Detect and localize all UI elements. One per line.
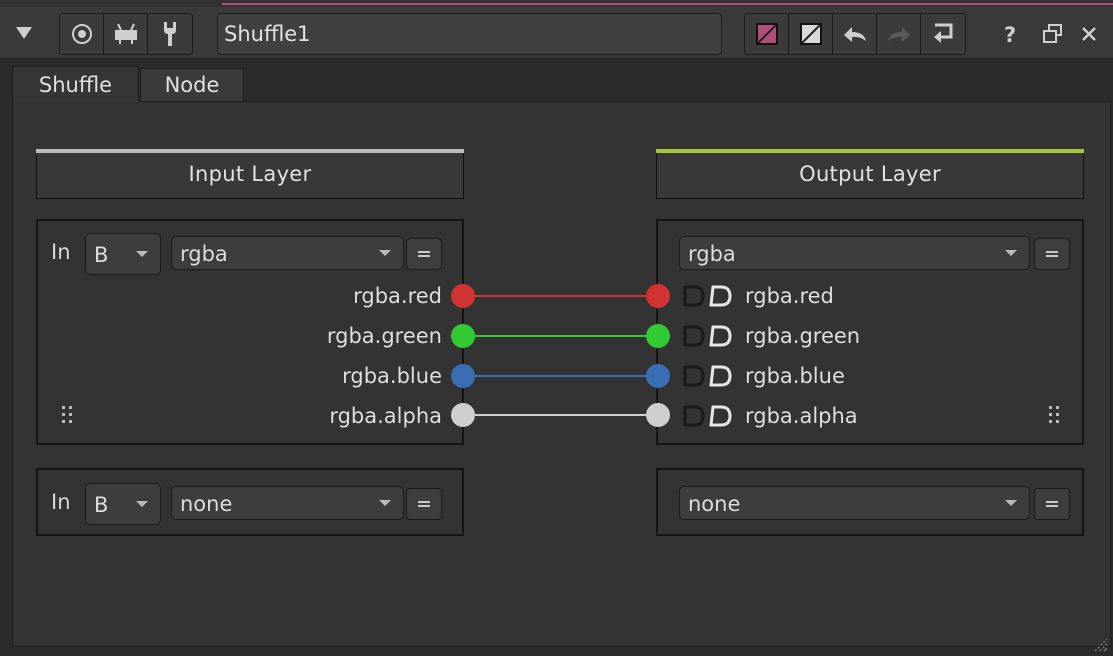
tab-node[interactable]: Node	[140, 68, 244, 101]
undo-icon[interactable]	[833, 14, 877, 54]
output-layer-header: Output Layer	[656, 149, 1084, 199]
output-channel-green: rgba.green	[745, 324, 861, 348]
output-layer-dropdown[interactable]: rgba	[679, 236, 1030, 270]
wire-blue	[463, 375, 658, 377]
input-layer-link-button[interactable]	[406, 238, 442, 270]
input-layer-link-button-2[interactable]	[406, 488, 442, 520]
input-source-dropdown-2[interactable]: B	[85, 483, 161, 525]
output-layer-dropdown-2[interactable]: none	[679, 486, 1030, 520]
output-red-channel-toggles[interactable]	[681, 283, 733, 309]
title-strip	[0, 0, 1113, 7]
input-channel-alpha: rgba.alpha	[329, 404, 442, 428]
input-channel-red: rgba.red	[353, 284, 442, 308]
tab-shuffle[interactable]: Shuffle	[12, 66, 139, 103]
input-drag-handle[interactable]	[62, 406, 72, 424]
svg-text:?: ?	[1004, 23, 1016, 46]
input-layer-header: Input Layer	[36, 149, 464, 199]
output-layer-link-button[interactable]	[1034, 238, 1070, 270]
input-layer-dropdown-2[interactable]: none	[171, 486, 404, 520]
input-source-dropdown[interactable]: B	[85, 233, 161, 275]
collapse-triangle-icon[interactable]	[14, 23, 34, 43]
input-layer-bar	[36, 149, 464, 153]
node-name-field[interactable]: Shuffle1	[217, 13, 722, 55]
input-alpha-socket[interactable]	[451, 403, 475, 427]
output-layer-title: Output Layer	[799, 162, 941, 186]
color-and-history-group	[744, 13, 966, 55]
input-channel-blue: rgba.blue	[342, 364, 442, 388]
input-red-socket[interactable]	[451, 284, 475, 308]
input-green-socket[interactable]	[451, 324, 475, 348]
wire-alpha	[463, 414, 658, 416]
help-icon[interactable]: ?	[998, 21, 1024, 47]
output-red-socket[interactable]	[646, 284, 670, 308]
wire-green	[463, 335, 658, 337]
output-blue-socket[interactable]	[646, 364, 670, 388]
node-tools-group	[59, 13, 193, 55]
output-layer-bar	[656, 149, 1084, 153]
viewer-icon[interactable]	[60, 14, 104, 54]
node-color-accent	[222, 3, 1113, 5]
wire-red	[463, 295, 658, 297]
revert-icon[interactable]	[921, 14, 965, 54]
input-layer-title: Input Layer	[188, 162, 312, 186]
undo-color-icon[interactable]	[789, 14, 833, 54]
output-alpha-socket[interactable]	[646, 403, 670, 427]
output-channel-blue: rgba.blue	[745, 364, 845, 388]
output-blue-channel-toggles[interactable]	[681, 363, 733, 389]
output-green-socket[interactable]	[646, 324, 670, 348]
output-alpha-channel-toggles[interactable]	[681, 403, 733, 429]
node-graph-icon[interactable]	[104, 14, 148, 54]
float-window-icon[interactable]	[1040, 21, 1066, 47]
output-layer-link-button-2[interactable]	[1034, 488, 1070, 520]
output-drag-handle[interactable]	[1049, 406, 1059, 424]
close-icon[interactable]	[1076, 21, 1102, 47]
input-blue-socket[interactable]	[451, 364, 475, 388]
resize-grip-icon[interactable]	[1092, 636, 1108, 652]
redo-icon[interactable]	[877, 14, 921, 54]
output-channel-red: rgba.red	[745, 284, 834, 308]
properties-header: Shuffle1 ?	[0, 7, 1113, 59]
node-color-icon[interactable]	[745, 14, 789, 54]
in-label-2: In	[51, 490, 71, 514]
input-layer-dropdown[interactable]: rgba	[171, 236, 404, 270]
output-channel-alpha: rgba.alpha	[745, 404, 858, 428]
wrench-icon[interactable]	[148, 14, 192, 54]
output-green-channel-toggles[interactable]	[681, 323, 733, 349]
input-channel-green: rgba.green	[326, 324, 442, 348]
in-label: In	[51, 240, 71, 264]
